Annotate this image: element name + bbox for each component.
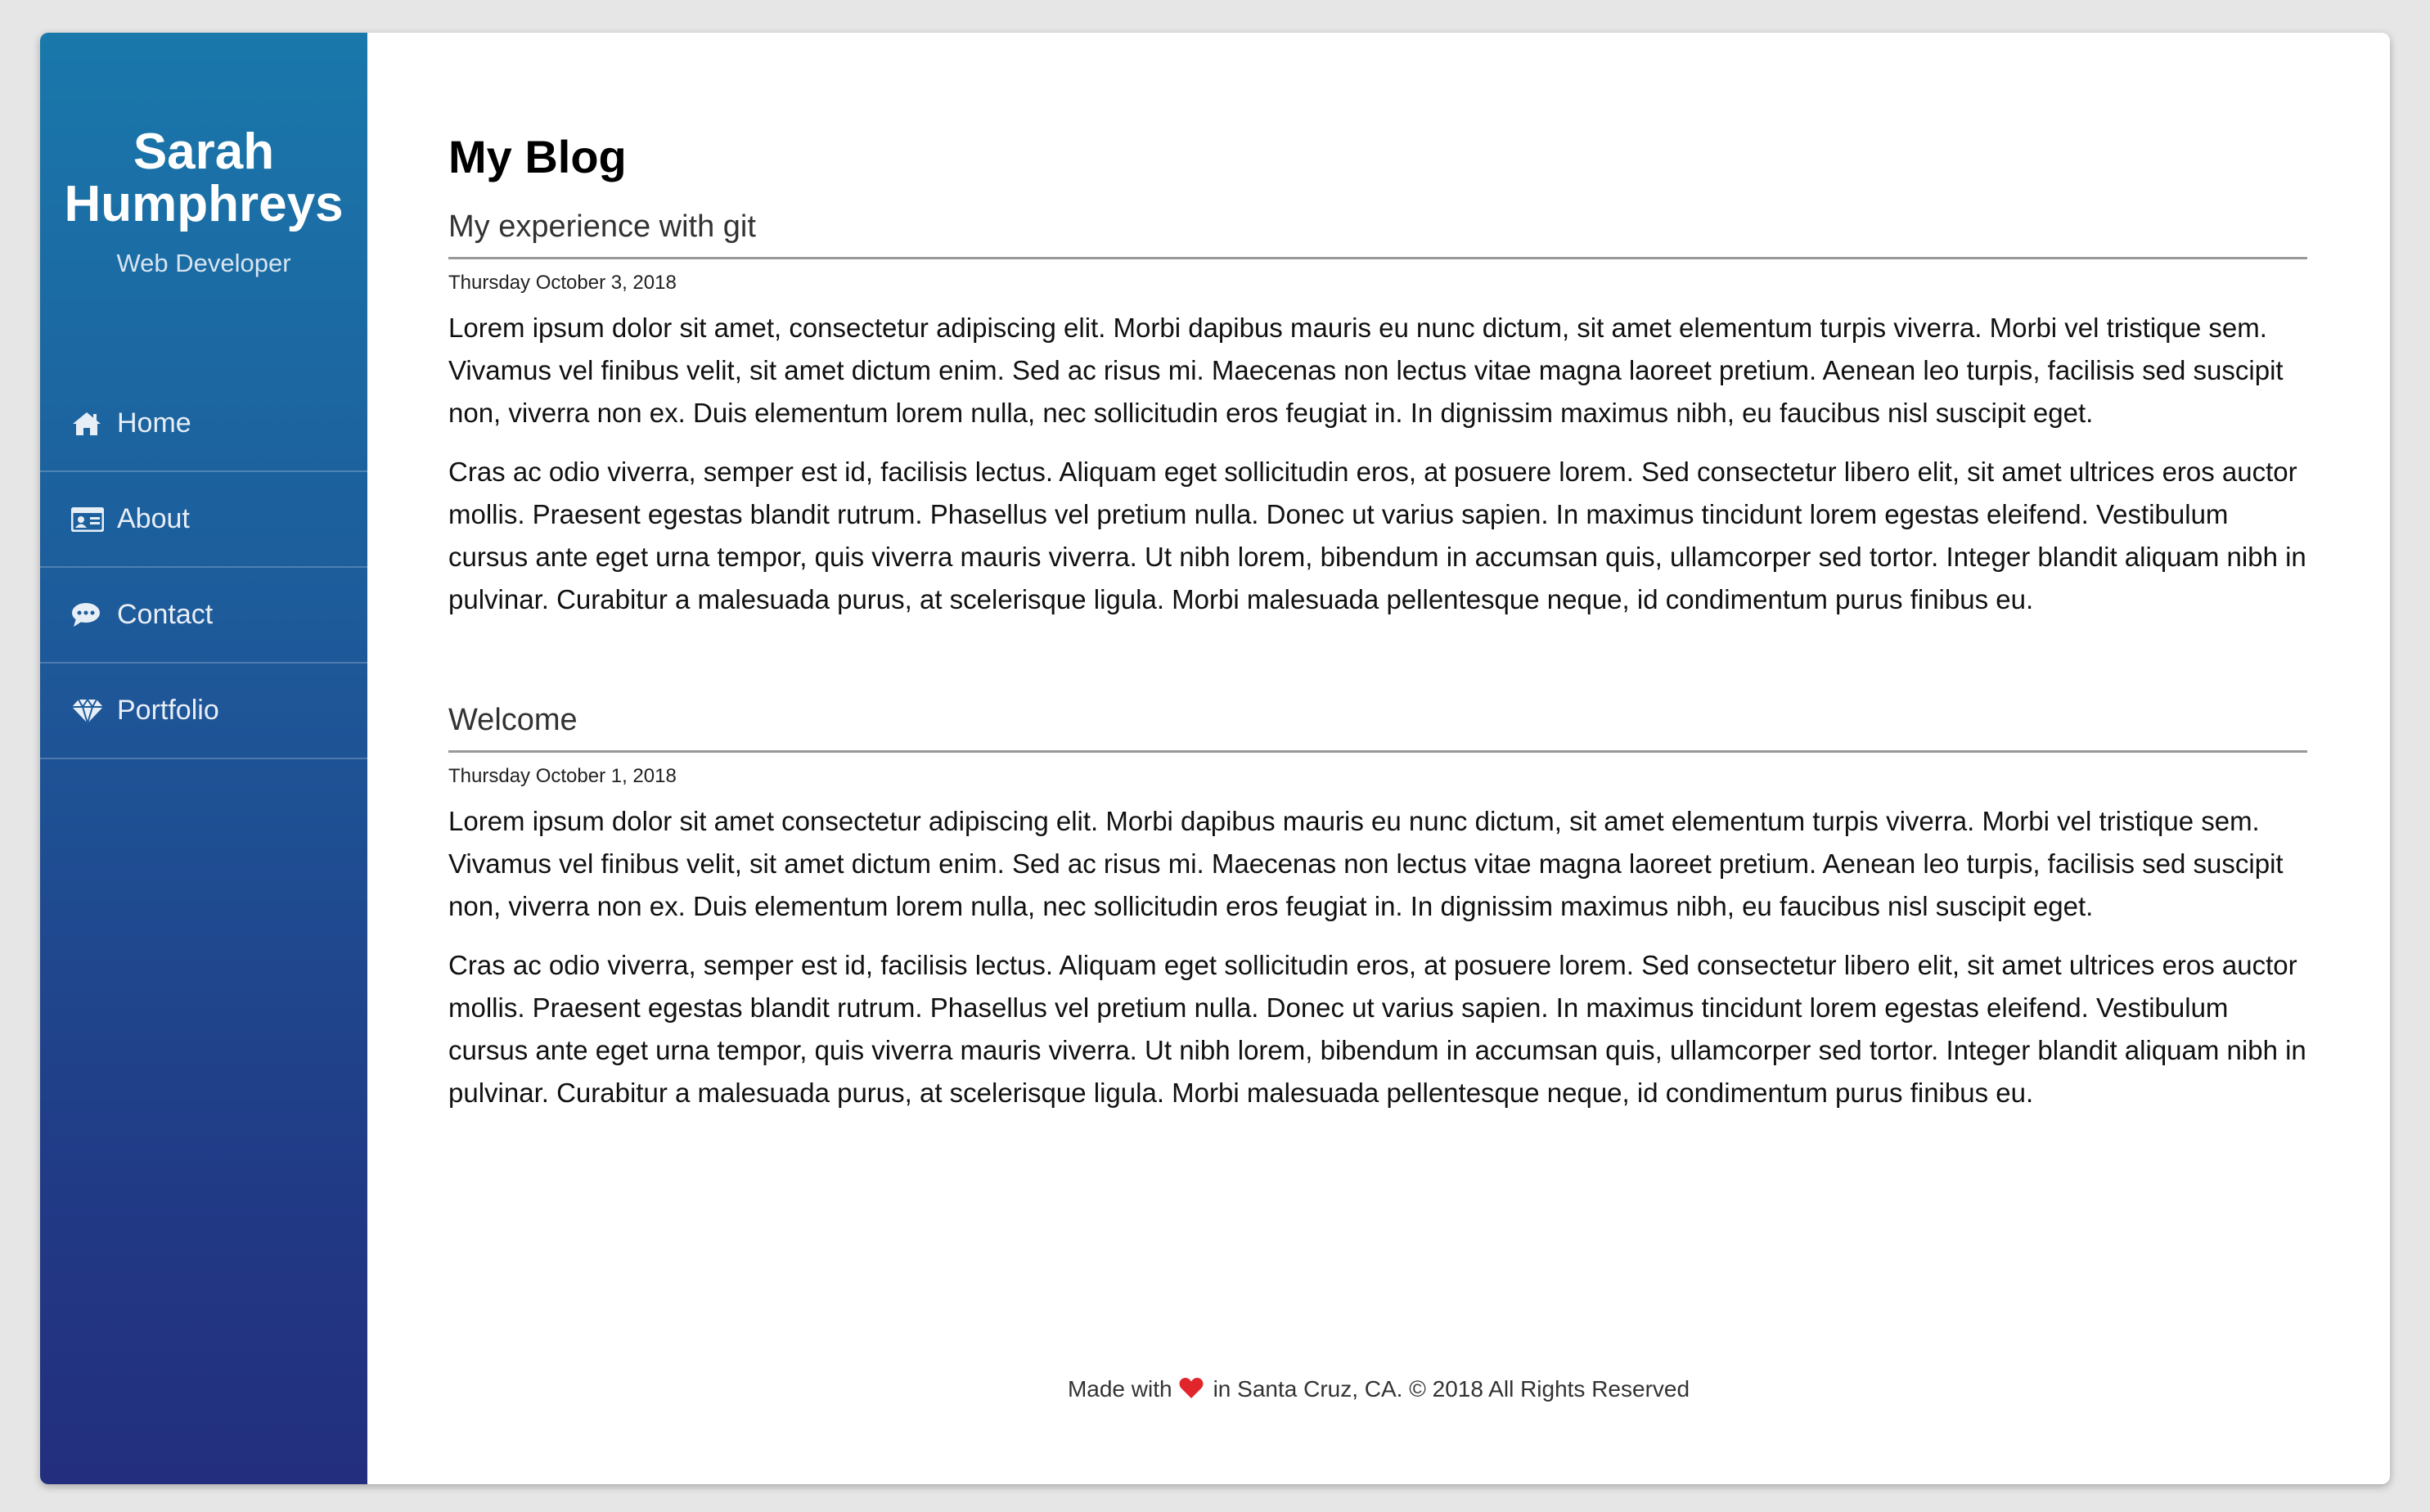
sidebar-item-label: Portfolio xyxy=(117,695,219,726)
owner-first-name: Sarah xyxy=(133,124,275,180)
heart-icon xyxy=(1179,1376,1204,1405)
id-card-icon xyxy=(71,503,107,536)
site-owner-name[interactable]: Sarah Humphreys xyxy=(40,126,367,231)
sidebar-item-label: About xyxy=(117,503,190,534)
post-paragraph: Lorem ipsum dolor sit amet consectetur a… xyxy=(448,806,2284,921)
main-content: My Blog My experience with git Thursday … xyxy=(367,33,2390,1484)
post-paragraph: Cras ac odio viverra, semper est id, fac… xyxy=(448,457,2306,614)
sidebar-item-about[interactable]: About xyxy=(40,472,367,568)
sidebar: Sarah Humphreys Web Developer Home About… xyxy=(40,33,367,1484)
owner-role: Web Developer xyxy=(116,249,291,277)
blog-content: My Blog My experience with git Thursday … xyxy=(448,126,2307,1114)
blog-post: Welcome Thursday October 1, 2018 Lorem i… xyxy=(448,700,2307,1114)
blog-post: My experience with git Thursday October … xyxy=(448,206,2307,621)
owner-last-name: Humphreys xyxy=(64,176,344,232)
sidebar-item-home[interactable]: Home xyxy=(40,376,367,472)
sidebar-item-contact[interactable]: Contact xyxy=(40,568,367,664)
post-title[interactable]: My experience with git xyxy=(448,206,2307,259)
page-title: My Blog xyxy=(448,131,627,182)
page-footer: Made with in Santa Cruz, CA. © 2018 All R… xyxy=(367,1376,2390,1405)
post-paragraph: Lorem ipsum dolor sit amet, consectetur … xyxy=(448,313,2284,428)
brand: Sarah Humphreys Web Developer xyxy=(40,33,367,278)
post-date: Thursday October 1, 2018 xyxy=(448,765,677,787)
post-paragraph: Cras ac odio viverra, semper est id, fac… xyxy=(448,950,2306,1108)
sidebar-item-label: Contact xyxy=(117,599,214,630)
home-icon xyxy=(71,407,107,440)
sidebar-item-portfolio[interactable]: Portfolio xyxy=(40,664,367,759)
chat-bubble-icon xyxy=(71,599,107,632)
sidebar-nav: Home About Contact Portfolio xyxy=(40,376,367,759)
post-date: Thursday October 3, 2018 xyxy=(448,272,677,294)
app-window: Sarah Humphreys Web Developer Home About… xyxy=(40,33,2390,1484)
sidebar-item-label: Home xyxy=(117,407,191,439)
post-title[interactable]: Welcome xyxy=(448,700,2307,753)
diamond-icon xyxy=(71,695,107,727)
footer-text-before: Made with xyxy=(1067,1376,1172,1402)
footer-text-after: in Santa Cruz, CA. © 2018 All Rights Res… xyxy=(1213,1376,1690,1402)
